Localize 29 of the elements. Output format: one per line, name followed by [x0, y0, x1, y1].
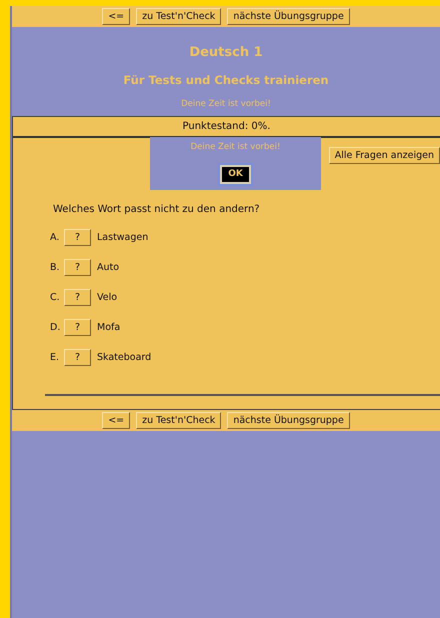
answer-text: Velo — [97, 290, 118, 305]
answer-button[interactable]: ? — [64, 289, 91, 306]
answer-text: Lastwagen — [97, 230, 148, 245]
test-check-button[interactable]: zu Test'n'Check — [136, 8, 222, 25]
answer-letter: B. — [50, 260, 61, 275]
next-group-button[interactable]: nächste Übungsgruppe — [227, 8, 350, 25]
back-button[interactable]: <= — [102, 412, 130, 429]
answer-letter: A. — [50, 230, 60, 245]
question-text: Welches Wort passt nicht zu den andern? — [53, 202, 261, 217]
show-all-button[interactable]: Alle Fragen anzeigen — [328, 146, 440, 164]
answer-button[interactable]: ? — [64, 229, 91, 246]
answer-button[interactable]: ? — [64, 319, 91, 336]
answer-letter: E. — [50, 350, 60, 365]
time-notice: Deine Zeit ist vorbei! — [180, 98, 272, 111]
answer-button[interactable]: ? — [64, 259, 91, 276]
page-subtitle: Für Tests und Checks trainieren — [122, 72, 330, 88]
answer-text: Auto — [97, 260, 120, 275]
answer-text: Skateboard — [97, 350, 152, 365]
dialog-message: Deine Zeit ist vorbei! — [190, 140, 280, 154]
answer-text: Mofa — [97, 320, 120, 335]
page-title: Deutsch 1 — [188, 44, 264, 62]
next-group-button[interactable]: nächste Übungsgruppe — [227, 412, 350, 429]
answer-letter: D. — [50, 320, 62, 335]
back-button[interactable]: <= — [102, 8, 130, 25]
answer-letter: C. — [50, 290, 61, 305]
score-text: Punktestand: 0%. — [182, 120, 270, 134]
answer-button[interactable]: ? — [64, 349, 91, 366]
ok-button[interactable]: OK — [220, 164, 251, 184]
test-check-button[interactable]: zu Test'n'Check — [136, 412, 222, 429]
